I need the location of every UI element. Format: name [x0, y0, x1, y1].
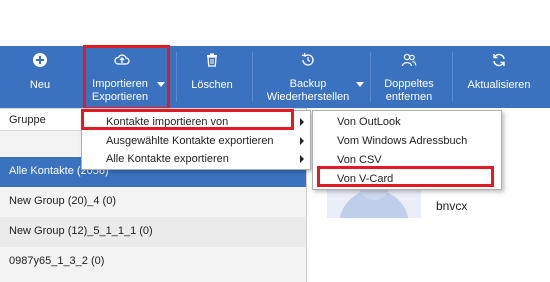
users-icon — [401, 53, 417, 67]
plus-circle-icon — [33, 53, 47, 67]
chevron-right-icon — [300, 137, 304, 145]
refresh-label: Aktualisieren — [467, 79, 531, 91]
submenu-item-windows-addressbook[interactable]: Vom Windows Adressbuch — [313, 132, 501, 151]
cloud-upload-icon — [114, 54, 130, 65]
menu-item-import-from[interactable]: Kontakte importieren von — [82, 113, 310, 131]
chevron-down-icon — [157, 82, 165, 87]
submenu-item-vcard[interactable]: Von V-Card — [313, 170, 501, 189]
import-export-button[interactable]: Importieren Exportieren — [86, 46, 170, 108]
toolbar-separator — [370, 52, 371, 102]
refresh-icon — [493, 53, 505, 67]
toolbar-separator — [176, 52, 177, 102]
group-item[interactable]: New Group (12)_5_1_1_1 (0) — [0, 217, 306, 247]
toolbar-separator — [252, 52, 253, 102]
new-button[interactable]: Neu — [10, 46, 70, 108]
history-icon — [301, 52, 314, 66]
duplicates-label-line2: entfernen — [385, 91, 433, 103]
group-item-label: New Group (20)_4 (0) — [9, 195, 116, 207]
delete-button[interactable]: Löschen — [180, 46, 244, 108]
import-export-menu: Kontakte importieren von Ausgewählte Kon… — [81, 110, 311, 170]
group-header-label: Gruppe — [9, 114, 46, 126]
export-label: Exportieren — [91, 91, 149, 103]
submenu-item-csv[interactable]: Von CSV — [313, 151, 501, 170]
delete-label: Löschen — [191, 79, 233, 91]
backup-restore-button[interactable]: Backup Wiederherstellen — [262, 46, 364, 108]
submenu-item-outlook[interactable]: Von OutLook — [313, 113, 501, 132]
group-item-label: New Group (12)_5_1_1_1 (0) — [9, 225, 153, 237]
menu-item-export-selected[interactable]: Ausgewählte Kontakte exportieren — [82, 132, 310, 150]
remove-duplicates-button[interactable]: Doppeltes entfernen — [374, 46, 444, 108]
chevron-down-icon — [356, 82, 364, 87]
import-source-submenu: Von OutLook Vom Windows Adressbuch Von C… — [312, 110, 502, 190]
trash-icon — [207, 53, 217, 67]
contact-name[interactable]: bnvcx — [436, 199, 467, 213]
restore-label: Wiederherstellen — [266, 91, 350, 103]
menu-item-export-all[interactable]: Alle Kontakte exportieren — [82, 150, 310, 168]
title-area — [0, 0, 550, 46]
duplicates-label-line1: Doppeltes — [384, 78, 434, 90]
refresh-button[interactable]: Aktualisieren — [458, 46, 540, 108]
backup-label: Backup — [289, 78, 327, 90]
chevron-right-icon — [300, 118, 304, 126]
toolbar-separator — [452, 52, 453, 102]
group-item[interactable]: New Group (20)_4 (0) — [0, 187, 306, 217]
import-label: Importieren — [92, 78, 148, 90]
new-button-label: Neu — [29, 79, 51, 91]
group-item-label: 0987y65_1_3_2 (0) — [9, 255, 105, 267]
toolbar: Neu Importieren Exportieren Löschen Back… — [0, 46, 550, 108]
group-item[interactable]: 0987y65_1_3_2 (0) — [0, 247, 306, 277]
chevron-right-icon — [300, 155, 304, 163]
